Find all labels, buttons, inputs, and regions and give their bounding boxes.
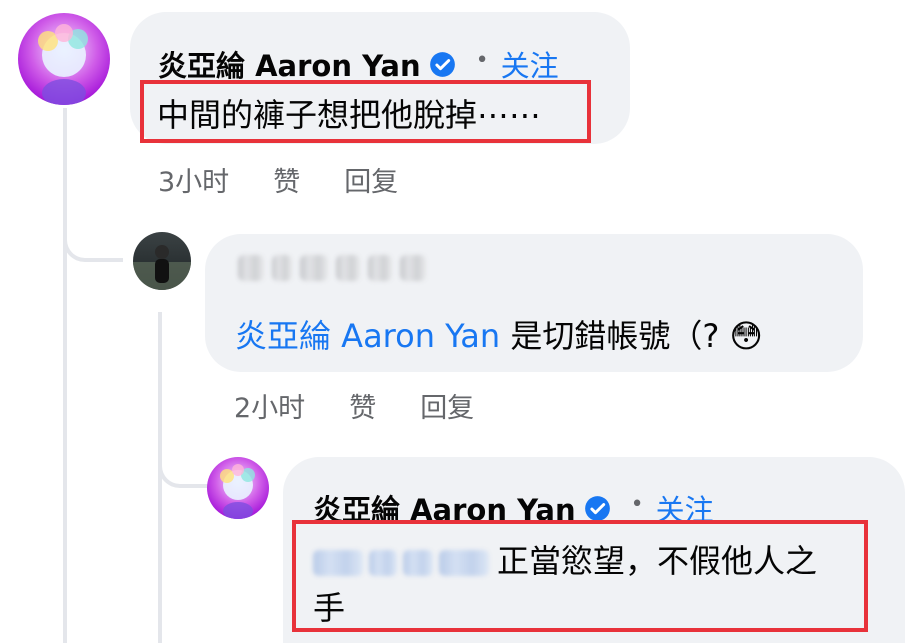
comment-time[interactable]: 2小时 — [234, 386, 305, 425]
reply-button[interactable]: 回复 — [344, 160, 398, 199]
thread-connector-1 — [63, 200, 123, 262]
like-button[interactable]: 赞 — [349, 386, 376, 425]
comment-text: 炎亞綸 Aaron Yan 是切錯帳號（? 😳 — [235, 311, 763, 357]
separator-dot: • — [630, 491, 644, 517]
avatar-image — [133, 232, 191, 290]
avatar-image — [18, 13, 110, 105]
comment-text-body: 是切錯帳號（? — [500, 317, 720, 355]
flushed-face-emoji: 😳 — [729, 317, 763, 355]
highlight-box — [140, 80, 591, 143]
comment-header: 炎亞綸 Aaron Yan • 关注 — [158, 43, 559, 85]
comment-actions: 3小时 赞 回复 — [158, 160, 442, 199]
mention-link[interactable]: 炎亞綸 Aaron Yan — [235, 317, 500, 355]
comment-time[interactable]: 3小时 — [158, 160, 229, 199]
verified-badge-icon — [584, 495, 610, 521]
author-name-hidden[interactable] — [238, 255, 426, 281]
separator-dot: • — [475, 47, 489, 73]
avatar[interactable] — [133, 232, 191, 290]
comment-actions: 2小时 赞 回复 — [234, 386, 518, 425]
avatar-image — [207, 457, 269, 519]
thread-line-main — [63, 108, 67, 643]
author-name[interactable]: 炎亞綸 Aaron Yan — [158, 43, 421, 85]
like-button[interactable]: 赞 — [273, 160, 300, 199]
follow-button[interactable]: 关注 — [501, 43, 559, 85]
avatar[interactable] — [18, 13, 110, 105]
highlight-box — [292, 520, 868, 632]
avatar[interactable] — [207, 457, 269, 519]
verified-badge-icon — [429, 51, 455, 77]
reply-button[interactable]: 回复 — [420, 386, 474, 425]
thread-connector-2 — [158, 420, 212, 488]
